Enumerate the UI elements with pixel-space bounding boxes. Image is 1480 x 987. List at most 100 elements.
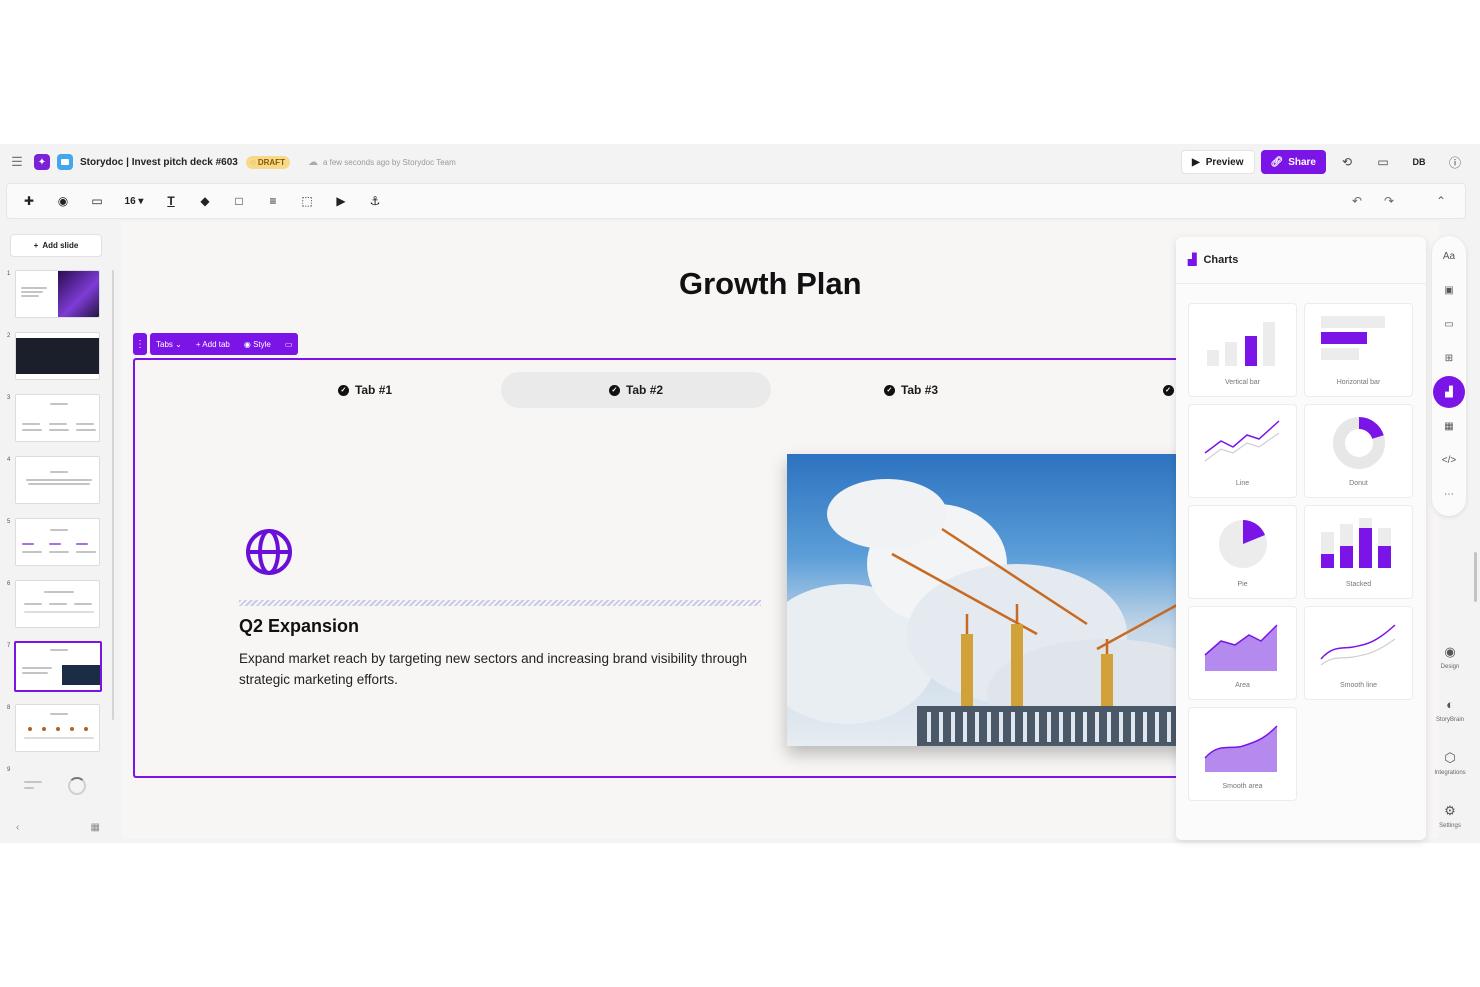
chart-option-vertical-bar[interactable]: Vertical bar (1188, 303, 1297, 397)
brain-icon: ◐ (1446, 697, 1454, 712)
tabs-type-label: Tabs (156, 339, 173, 349)
drag-handle-icon[interactable]: ⋮ (133, 333, 147, 355)
tab-3[interactable]: ✓ Tab #3 (841, 372, 981, 408)
chart-option-pie[interactable]: Pie (1188, 505, 1297, 599)
more-icon[interactable]: ⋯ (1432, 482, 1466, 506)
slide-thumbnail[interactable]: 5 (4, 518, 104, 568)
slide-preview (15, 394, 100, 442)
charts-panel-title: Charts (1203, 253, 1239, 266)
embed-code-icon[interactable]: </> (1432, 448, 1466, 472)
settings-nav[interactable]: ⚙ Settings (1430, 803, 1470, 829)
slide-thumbnail-active[interactable]: 7 (4, 641, 104, 692)
stacked-chart-icon (1321, 518, 1391, 568)
construction-cranes-image[interactable] (787, 454, 1235, 746)
loading-spinner-icon (68, 777, 86, 795)
slide-thumbnail[interactable]: 2 (4, 332, 104, 382)
chart-icon: ▟ (1188, 254, 1197, 266)
top-actions: ▶ Preview 🔗︎ Share ⟲ ▭ DB ⓘ (1180, 150, 1470, 174)
add-slide-button[interactable]: + Add slide (10, 234, 102, 257)
design-nav[interactable]: ◉ Design (1430, 644, 1470, 670)
chart-option-label: Vertical bar (1224, 379, 1261, 386)
collapse-sidebar-icon[interactable]: ‹ (16, 822, 19, 833)
chart-option-stacked[interactable]: Stacked (1304, 505, 1413, 599)
chart-option-label: Horizontal bar (1336, 379, 1381, 386)
image-icon[interactable]: ▣ (1432, 278, 1466, 302)
collapse-toolbar-icon[interactable]: ⌃ (1429, 189, 1453, 213)
line-weight-icon[interactable]: ≡ (261, 189, 285, 213)
check-icon: ✓ (883, 384, 895, 396)
comment-icon[interactable]: ▭ (285, 340, 293, 349)
user-avatar[interactable]: DB (1404, 150, 1434, 174)
chart-option-area[interactable]: Area (1188, 606, 1297, 700)
menu-icon[interactable]: ☰ (10, 154, 24, 169)
style-button[interactable]: ◉ Style (244, 340, 271, 349)
storydoc-logo-icon[interactable]: ✦ (34, 154, 50, 170)
vertical-bar-chart-icon (1207, 322, 1275, 366)
storybrain-nav[interactable]: ◐ StoryBrain (1430, 697, 1470, 723)
text-icon[interactable]: Aa (1432, 244, 1466, 268)
undo-icon[interactable]: ↶ (1345, 189, 1369, 213)
add-element-icon[interactable]: ✚ (17, 189, 41, 213)
layout-icon[interactable]: ▭ (85, 189, 109, 213)
tab-1[interactable]: ✓ Tab #1 (295, 372, 435, 408)
text-color-icon[interactable]: T (159, 189, 183, 213)
slide-thumbnail[interactable]: 8 (4, 704, 104, 754)
chart-option-smooth-area[interactable]: Smooth area (1188, 707, 1297, 801)
animation-play-icon[interactable]: ▶ (329, 189, 353, 213)
slide-preview (15, 456, 100, 504)
history-icon[interactable]: ⟲ (1332, 150, 1362, 174)
nav-label: Settings (1439, 823, 1461, 829)
save-status: ☁ a few seconds ago by Storydoc Team (308, 157, 456, 168)
chart-option-line[interactable]: Line (1188, 404, 1297, 498)
area-chart-icon (1204, 624, 1278, 671)
slide-title[interactable]: Growth Plan (679, 266, 862, 302)
charts-panel-header: ▟ Charts (1188, 253, 1239, 267)
components-icon[interactable]: ⊞ (1432, 346, 1466, 370)
slide-number: 4 (7, 457, 11, 463)
slide-thumbnail[interactable]: 3 (4, 394, 104, 444)
add-tab-button[interactable]: + Add tab (196, 340, 230, 349)
theme-palette-icon[interactable]: ◉ (51, 189, 75, 213)
tab-content-body[interactable]: Expand market reach by targeting new sec… (239, 648, 759, 690)
share-button[interactable]: 🔗︎ Share (1260, 150, 1326, 174)
slide-number: 8 (7, 705, 11, 711)
toolbar-right: ↶ ↷ ⌃ (1345, 189, 1465, 213)
chart-option-smooth-line[interactable]: Smooth line (1304, 606, 1413, 700)
preview-button[interactable]: ▶ Preview (1180, 150, 1255, 174)
tabs-block[interactable]: ✓ Tab #1 ✓ Tab #2 ✓ Tab #3 ✓ Q2 Expansio… (133, 358, 1235, 778)
preview-label: Preview (1205, 156, 1244, 168)
document-title[interactable]: Storydoc | Invest pitch deck #603 (80, 157, 238, 168)
slide-thumbnail[interactable]: 6 (4, 580, 104, 630)
plus-icon: + (33, 241, 39, 250)
font-size-select[interactable]: 16 ▾ (119, 189, 149, 213)
grid-view-icon[interactable]: ▦ (91, 822, 100, 833)
anchor-icon[interactable]: ⚓︎ (363, 189, 387, 213)
chart-option-donut[interactable]: Donut (1304, 404, 1413, 498)
nav-label: Design (1440, 664, 1460, 670)
border-icon[interactable]: □ (227, 189, 251, 213)
help-icon[interactable]: ⓘ (1440, 150, 1470, 174)
divider (239, 600, 761, 606)
slide-preview (15, 704, 100, 752)
table-icon[interactable]: ▦ (1432, 414, 1466, 438)
comments-icon[interactable]: ▭ (1368, 150, 1398, 174)
tabs-type-select[interactable]: Tabs ⌄ (156, 340, 182, 349)
slide-thumbnail[interactable]: 4 (4, 456, 104, 506)
slide-preview (14, 641, 102, 692)
slide-thumbnail[interactable]: 1 (4, 270, 104, 320)
slide-thumbnail[interactable]: 9 (4, 766, 104, 816)
photo-scene (787, 479, 1235, 746)
tab-content-heading[interactable]: Q2 Expansion (239, 616, 359, 637)
tab-2[interactable]: ✓ Tab #2 (501, 372, 771, 408)
page-scrollbar[interactable] (1474, 552, 1477, 602)
chart-option-horizontal-bar[interactable]: Horizontal bar (1304, 303, 1413, 397)
charts-icon[interactable]: ▟ (1433, 376, 1465, 408)
add-tab-label: Add tab (202, 339, 230, 349)
chart-option-label: Donut (1349, 480, 1368, 487)
crop-icon[interactable]: ⬚ (295, 189, 319, 213)
integrations-nav[interactable]: ⬡ Integrations (1430, 750, 1470, 776)
video-icon[interactable]: ▭ (1432, 312, 1466, 336)
redo-icon[interactable]: ↷ (1377, 189, 1401, 213)
sidebar-scrollbar[interactable] (112, 270, 114, 720)
fill-color-icon[interactable]: ◆ (193, 189, 217, 213)
